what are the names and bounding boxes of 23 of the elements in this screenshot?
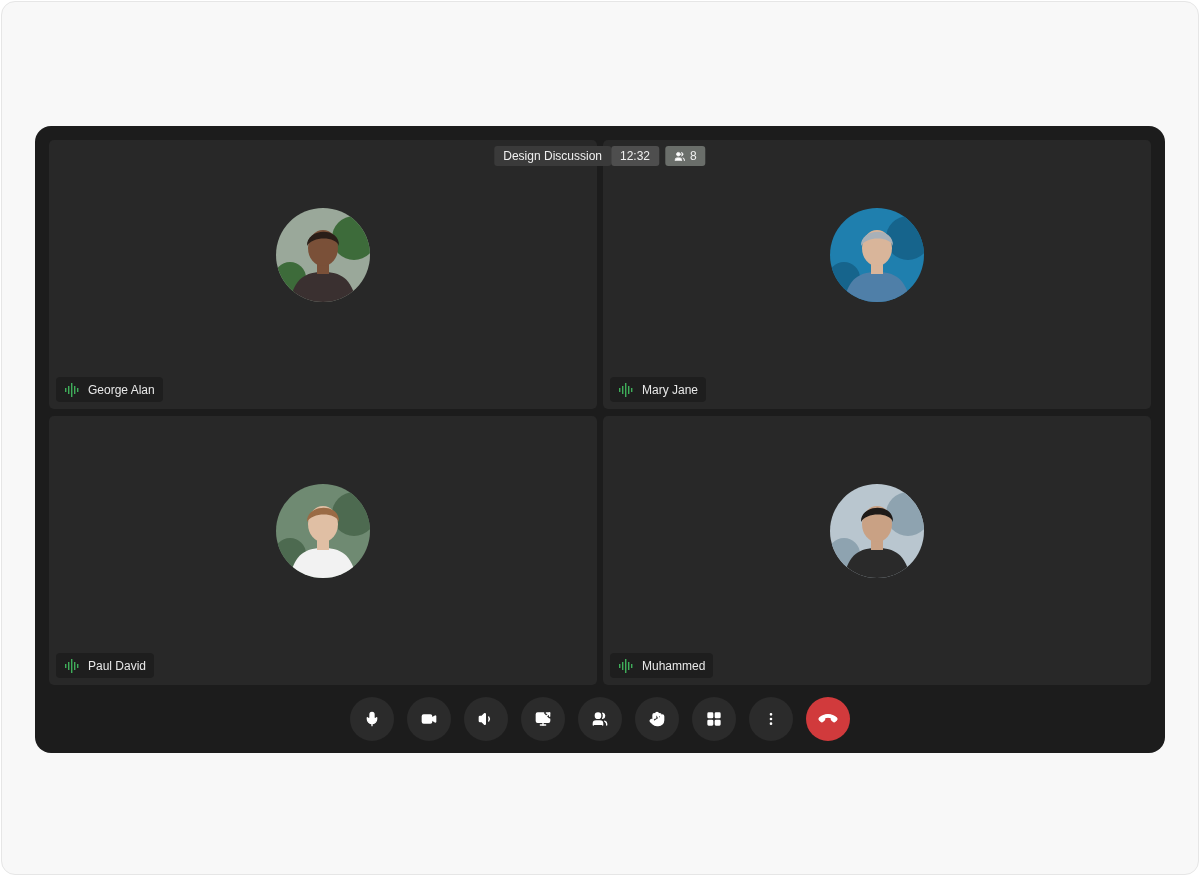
meeting-time: 12:32 — [611, 146, 660, 166]
participant-name: Mary Jane — [642, 382, 699, 397]
hand-icon — [649, 711, 665, 727]
participant-name: Muhammed — [642, 658, 706, 673]
participants-button[interactable] — [578, 697, 622, 741]
meeting-title: Design Discussion — [494, 146, 611, 166]
participant-name: George Alan — [88, 382, 155, 397]
raise-hand-button[interactable] — [635, 697, 679, 741]
microphone-icon — [364, 711, 380, 727]
microphone-button[interactable] — [350, 697, 394, 741]
participant-count[interactable]: 8 — [665, 146, 706, 166]
count-text: 8 — [690, 149, 697, 163]
speaker-button[interactable] — [464, 697, 508, 741]
camera-button[interactable] — [407, 697, 451, 741]
screen-share-icon — [535, 711, 551, 727]
people-icon — [674, 150, 686, 162]
people-icon — [592, 711, 608, 727]
layout-button[interactable] — [692, 697, 736, 741]
share-screen-button[interactable] — [521, 697, 565, 741]
grid-icon — [706, 711, 722, 727]
participant-name: Paul David — [88, 658, 147, 673]
end-call-button[interactable] — [806, 697, 850, 741]
video-camera-icon — [421, 711, 437, 727]
